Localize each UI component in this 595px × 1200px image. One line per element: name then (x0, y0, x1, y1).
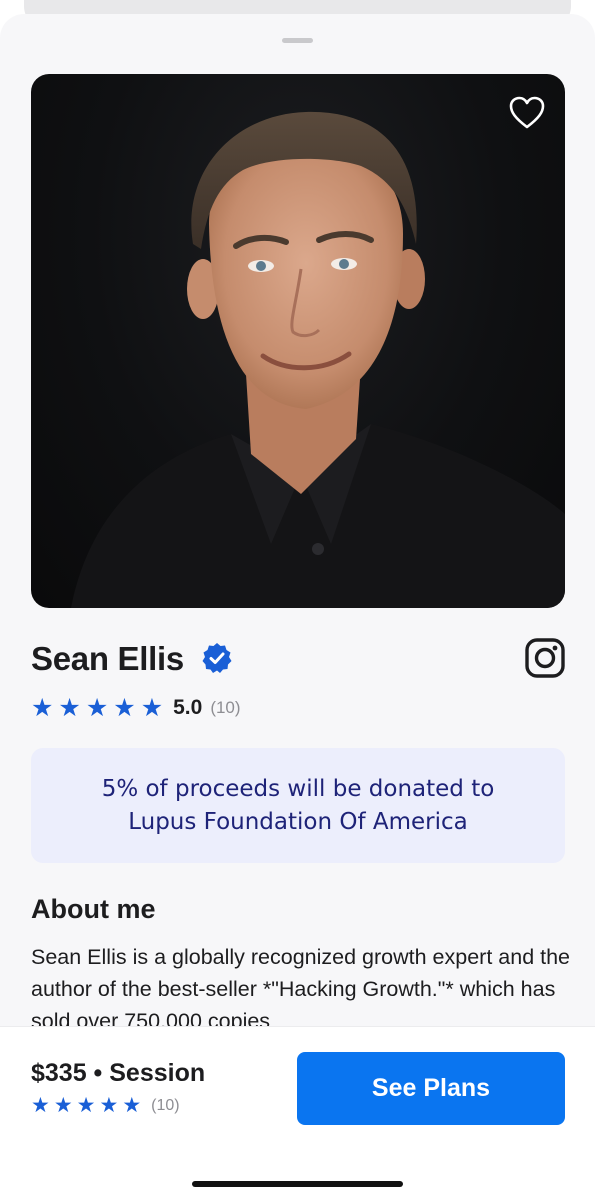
donation-line-1: 5% of proceeds will be donated to (101, 775, 495, 802)
star-icon: ★ (113, 693, 136, 722)
rating-value: 5.0 (173, 696, 203, 719)
profile-name: Sean Ellis (31, 640, 184, 677)
star-icon: ★ (58, 693, 81, 722)
bottom-rating-row: ★ ★ ★ ★ ★ (10) (31, 1095, 180, 1116)
see-plans-button[interactable]: See Plans (297, 1052, 565, 1125)
star-icon: ★ (122, 1094, 142, 1117)
star-icon: ★ (31, 1094, 50, 1117)
star-icon: ★ (53, 1094, 73, 1117)
bottom-rating-count: (10) (151, 1096, 180, 1114)
rating-count: (10) (210, 698, 241, 717)
star-icon: ★ (140, 693, 164, 722)
profile-sheet: Sean Ellis ★ ★ ★ ★ ★ 5.0 (10) 5% of proc… (0, 14, 595, 1200)
instagram-icon (525, 638, 565, 678)
rating-row: ★ ★ ★ ★ ★ 5.0 (10) (31, 694, 241, 722)
favorite-button[interactable] (509, 96, 545, 130)
donation-banner: 5% of proceeds will be donated to Lupus … (31, 748, 565, 863)
verified-badge-icon (202, 643, 232, 673)
about-heading: About me (31, 894, 156, 924)
instagram-button[interactable] (524, 637, 566, 679)
price-label: $335 • Session (31, 1059, 206, 1087)
home-indicator[interactable] (192, 1181, 403, 1187)
heart-icon (509, 96, 545, 129)
star-icon: ★ (85, 693, 109, 722)
profile-photo (31, 74, 565, 608)
star-icon: ★ (99, 1094, 119, 1117)
portrait-illustration (71, 111, 565, 608)
star-icon: ★ (31, 693, 54, 722)
donation-line-2: Lupus Foundation Of America (128, 808, 468, 835)
about-body: Sean Ellis is a globally recognized grow… (31, 945, 571, 1033)
star-icon: ★ (76, 1094, 96, 1117)
bottom-bar: $335 • Session ★ ★ ★ ★ ★ (10) See Plans (0, 1026, 595, 1200)
sheet-grabber[interactable] (282, 38, 313, 43)
